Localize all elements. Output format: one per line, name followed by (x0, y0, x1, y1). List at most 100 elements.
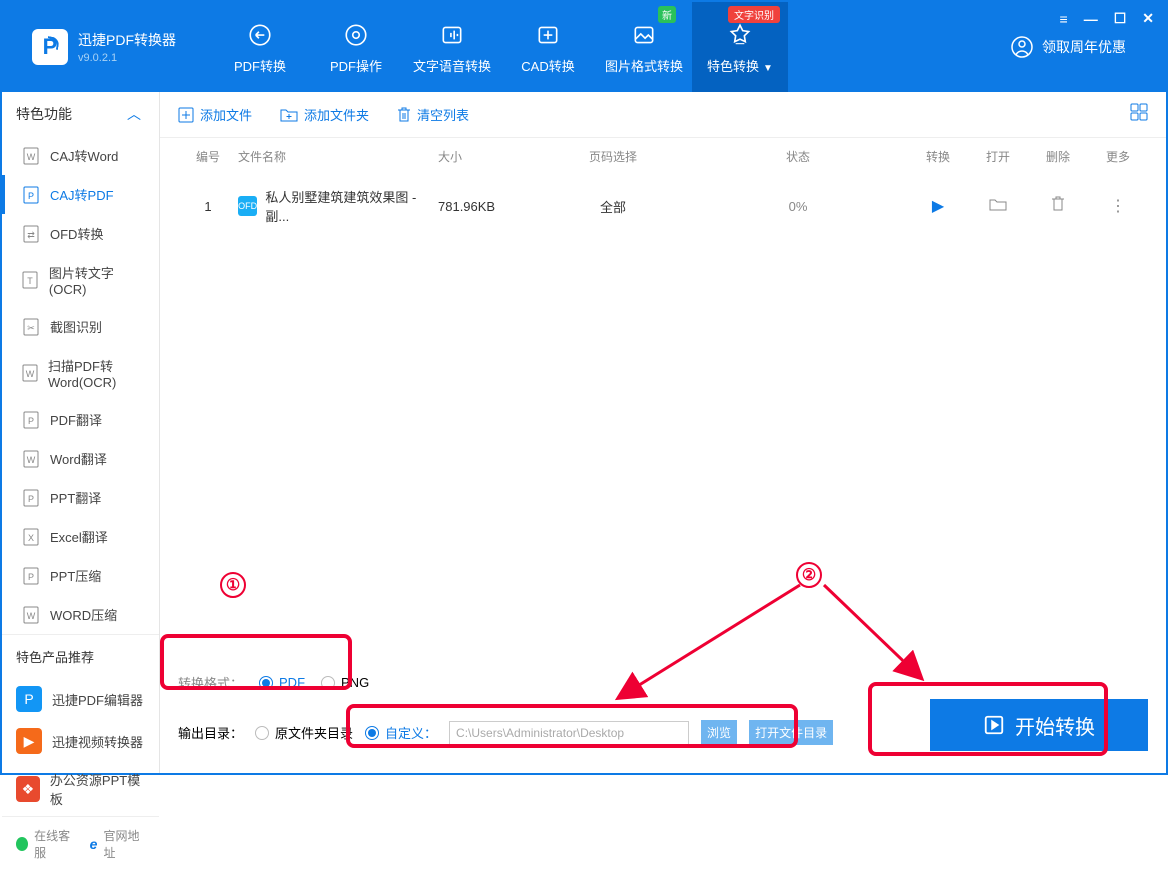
window-controls: ≡ — ☐ ✕ (1060, 10, 1154, 27)
plus-box-icon (178, 107, 194, 123)
doc-icon: ✂ (22, 318, 40, 336)
play-box-icon (983, 714, 1005, 736)
tab-image-format[interactable]: 新 图片格式转换 (596, 2, 692, 92)
doc-icon: W (22, 606, 40, 624)
delete-button[interactable] (1051, 199, 1065, 216)
doc-icon: P (22, 489, 40, 507)
sidebar-item[interactable]: PPPT压缩 (2, 556, 159, 595)
clear-list-button[interactable]: 清空列表 (397, 105, 469, 124)
ofd-file-icon: OFD (238, 196, 257, 216)
tab-special[interactable]: 文字识别 特色转换▼ (692, 2, 788, 92)
app-version: v9.0.2.1 (78, 52, 176, 64)
doc-icon: T (22, 271, 39, 289)
open-button[interactable] (989, 198, 1007, 215)
sidebar-item[interactable]: PPPT翻译 (2, 478, 159, 517)
star-icon (725, 20, 755, 50)
sidebar-item[interactable]: XExcel翻译 (2, 517, 159, 556)
sidebar-item[interactable]: T图片转文字(OCR) (2, 253, 159, 307)
presence-icon (16, 837, 28, 851)
app-header: P 迅捷PDF转换器 v9.0.2.1 PDF转换 PDF操作 文字语音转换 C… (2, 2, 1166, 92)
format-png-radio[interactable]: PNG (321, 675, 369, 690)
ie-icon: e (90, 836, 98, 852)
sidebar-item[interactable]: PPDF翻译 (2, 400, 159, 439)
app-icon: ❖ (16, 776, 40, 802)
output-original-radio[interactable]: 原文件夹目录 (255, 723, 353, 742)
doc-icon: X (22, 528, 40, 546)
promo-link[interactable]: 领取周年优惠 (1010, 35, 1166, 59)
plus-folder-icon (280, 107, 298, 123)
svg-text:P: P (28, 191, 34, 201)
sidebar-header[interactable]: 特色功能 ︿ (2, 92, 159, 136)
more-button[interactable]: ⋮ (1110, 198, 1126, 215)
table-header: 编号 文件名称 大小 页码选择 状态 转换 打开 删除 更多 (160, 138, 1166, 175)
doc-icon: P (22, 411, 40, 429)
bottom-panel: 转换格式： PDF PNG 输出目录： 原文件夹目录 自定义： 浏览 打开文件目… (160, 583, 1166, 773)
sidebar-item[interactable]: WWord翻译 (2, 439, 159, 478)
output-custom-radio[interactable]: 自定义： (365, 723, 437, 742)
tab-pdf-ops[interactable]: PDF操作 (308, 2, 404, 92)
add-folder-button[interactable]: 添加文件夹 (280, 105, 369, 124)
sidebar-item[interactable]: WCAJ转Word (2, 136, 159, 175)
output-path-input[interactable] (449, 721, 689, 745)
sidebar-item[interactable]: WWORD压缩 (2, 595, 159, 634)
menu-icon[interactable]: ≡ (1060, 11, 1068, 27)
sidebar-item[interactable]: ✂截图识别 (2, 307, 159, 346)
image-icon (629, 20, 659, 50)
file-toolbar: 添加文件 添加文件夹 清空列表 (160, 92, 1166, 138)
svg-text:T: T (28, 276, 34, 286)
svg-text:W: W (26, 369, 35, 379)
tab-tts[interactable]: 文字语音转换 (404, 2, 500, 92)
content-area: 添加文件 添加文件夹 清空列表 编号 文件名称 大小 页码选择 状态 转换 打开… (160, 92, 1166, 773)
view-toggle-button[interactable] (1130, 103, 1148, 126)
close-button[interactable]: ✕ (1142, 10, 1154, 27)
convert-button[interactable]: ▶ (932, 198, 944, 215)
svg-text:W: W (27, 455, 36, 465)
new-badge: 新 (658, 6, 676, 23)
progress-label: 0% (688, 199, 908, 214)
tab-cad[interactable]: CAD转换 (500, 2, 596, 92)
svg-text:P: P (28, 416, 34, 426)
official-site-link[interactable]: 官网地址 (103, 827, 145, 861)
chevron-down-icon: ▼ (763, 63, 773, 74)
svg-text:P: P (28, 572, 34, 582)
sidebar-reco-header: 特色产品推荐 (2, 634, 159, 678)
sidebar-footer: 在线客服 e 官网地址 (2, 816, 159, 871)
svg-text:P: P (28, 494, 34, 504)
user-icon (1010, 35, 1034, 59)
audio-icon (437, 20, 467, 50)
table-row[interactable]: 1 OFD 私人别墅建筑建筑效果图 - 副... 781.96KB 全部 0% … (160, 175, 1166, 237)
doc-icon: W (22, 364, 38, 382)
svg-text:✂: ✂ (27, 323, 35, 333)
minimize-button[interactable]: — (1084, 11, 1098, 27)
browse-button[interactable]: 浏览 (701, 720, 737, 745)
page-select[interactable]: 全部 (538, 197, 688, 216)
reco-item[interactable]: ❖办公资源PPT模板 (2, 762, 159, 816)
sidebar: 特色功能 ︿ WCAJ转WordPCAJ转PDF⇄OFD转换T图片转文字(OCR… (2, 92, 160, 773)
maximize-button[interactable]: ☐ (1114, 10, 1127, 27)
format-row: 转换格式： PDF PNG (178, 673, 1148, 692)
file-name: 私人别墅建筑建筑效果图 - 副... (265, 187, 438, 225)
sidebar-item[interactable]: ⇄OFD转换 (2, 214, 159, 253)
sidebar-item[interactable]: PCAJ转PDF (2, 175, 159, 214)
tab-pdf-convert[interactable]: PDF转换 (212, 2, 308, 92)
online-cs-link[interactable]: 在线客服 (34, 827, 76, 861)
app-icon: P (16, 686, 42, 712)
svg-text:⇄: ⇄ (27, 230, 35, 240)
sidebar-item[interactable]: W扫描PDF转Word(OCR) (2, 346, 159, 400)
grid-icon (1130, 103, 1148, 121)
svg-text:W: W (27, 611, 36, 621)
start-convert-button[interactable]: 开始转换 (930, 699, 1148, 751)
open-dir-button[interactable]: 打开文件目录 (749, 720, 833, 745)
cad-icon (533, 20, 563, 50)
format-pdf-radio[interactable]: PDF (259, 675, 305, 690)
reco-item[interactable]: P迅捷PDF编辑器 (2, 678, 159, 720)
recycle-icon (245, 20, 275, 50)
add-file-button[interactable]: 添加文件 (178, 105, 252, 124)
chevron-up-icon: ︿ (127, 104, 141, 124)
svg-text:W: W (27, 152, 36, 162)
trash-icon (397, 107, 411, 123)
svg-text:X: X (28, 533, 34, 543)
ocr-badge: 文字识别 (728, 6, 780, 23)
doc-icon: W (22, 147, 40, 165)
reco-item[interactable]: ▶迅捷视频转换器 (2, 720, 159, 762)
